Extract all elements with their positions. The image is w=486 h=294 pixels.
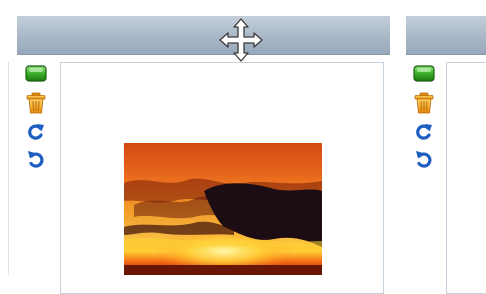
- green-status-icon[interactable]: [413, 64, 435, 86]
- widget-panel: [0, 0, 396, 294]
- panel-header-bar[interactable]: [17, 16, 390, 62]
- widget-panel: [396, 0, 486, 294]
- panel-header-bar[interactable]: [406, 16, 486, 55]
- green-status-icon[interactable]: [25, 64, 47, 86]
- undo-icon[interactable]: [25, 148, 47, 170]
- panel-content-frame: [446, 62, 486, 294]
- undo-icon[interactable]: [413, 148, 435, 170]
- refresh-icon[interactable]: [413, 121, 435, 143]
- move-arrows-icon[interactable]: [217, 16, 265, 64]
- sunset-photo: [124, 143, 322, 275]
- trash-icon[interactable]: [25, 92, 47, 114]
- panel-left-border: [8, 62, 9, 275]
- trash-icon[interactable]: [413, 92, 435, 114]
- refresh-icon[interactable]: [25, 121, 47, 143]
